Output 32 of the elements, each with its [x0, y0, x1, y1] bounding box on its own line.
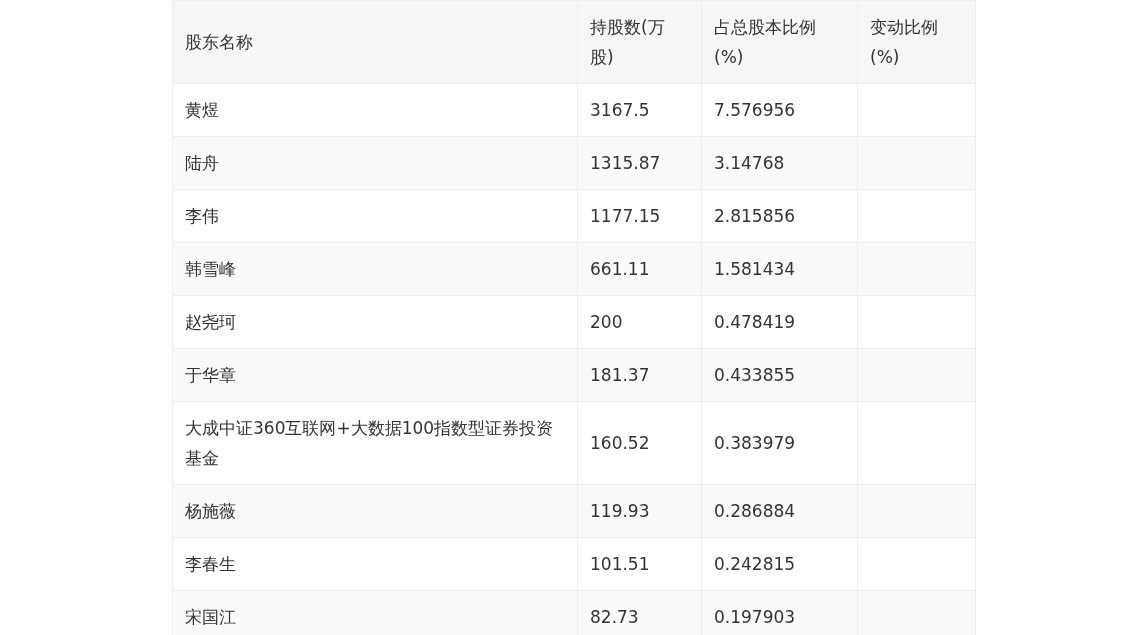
table-cell: 181.37 [577, 348, 702, 402]
table-cell: 2.815856 [701, 189, 858, 243]
table-cell: 1177.15 [577, 189, 702, 243]
table-cell: 160.52 [577, 401, 702, 485]
table-cell: 大成中证360互联网+大数据100指数型证券投资基金 [172, 401, 578, 485]
table-cell: 1.581434 [701, 242, 858, 296]
table-cell: 李伟 [172, 189, 578, 243]
table-cell: 0.242815 [701, 537, 858, 591]
table-cell: 宋国江 [172, 590, 578, 635]
table-cell: 李春生 [172, 537, 578, 591]
table-cell: 黄煜 [172, 83, 578, 137]
table-cell: 200 [577, 295, 702, 349]
table-cell: 661.11 [577, 242, 702, 296]
column-header: 变动比例(%) [857, 0, 976, 84]
table-cell: 杨施薇 [172, 484, 578, 538]
table-cell: 3167.5 [577, 83, 702, 137]
table-cell: 3.14768 [701, 136, 858, 190]
table-cell: 0.286884 [701, 484, 858, 538]
table-cell: 韩雪峰 [172, 242, 578, 296]
table-cell: 0.383979 [701, 401, 858, 485]
table-cell: 7.576956 [701, 83, 858, 137]
table-cell: 于华章 [172, 348, 578, 402]
column-header: 占总股本比例(%) [701, 0, 858, 84]
table-cell: 101.51 [577, 537, 702, 591]
table-cell: 119.93 [577, 484, 702, 538]
column-header: 股东名称 [172, 0, 578, 84]
table-cell: 0.433855 [701, 348, 858, 402]
column-header: 持股数(万股) [577, 0, 702, 84]
table-cell: 赵尧珂 [172, 295, 578, 349]
table-cell: 0.478419 [701, 295, 858, 349]
table-cell: 陆舟 [172, 136, 578, 190]
table-cell: 1315.87 [577, 136, 702, 190]
